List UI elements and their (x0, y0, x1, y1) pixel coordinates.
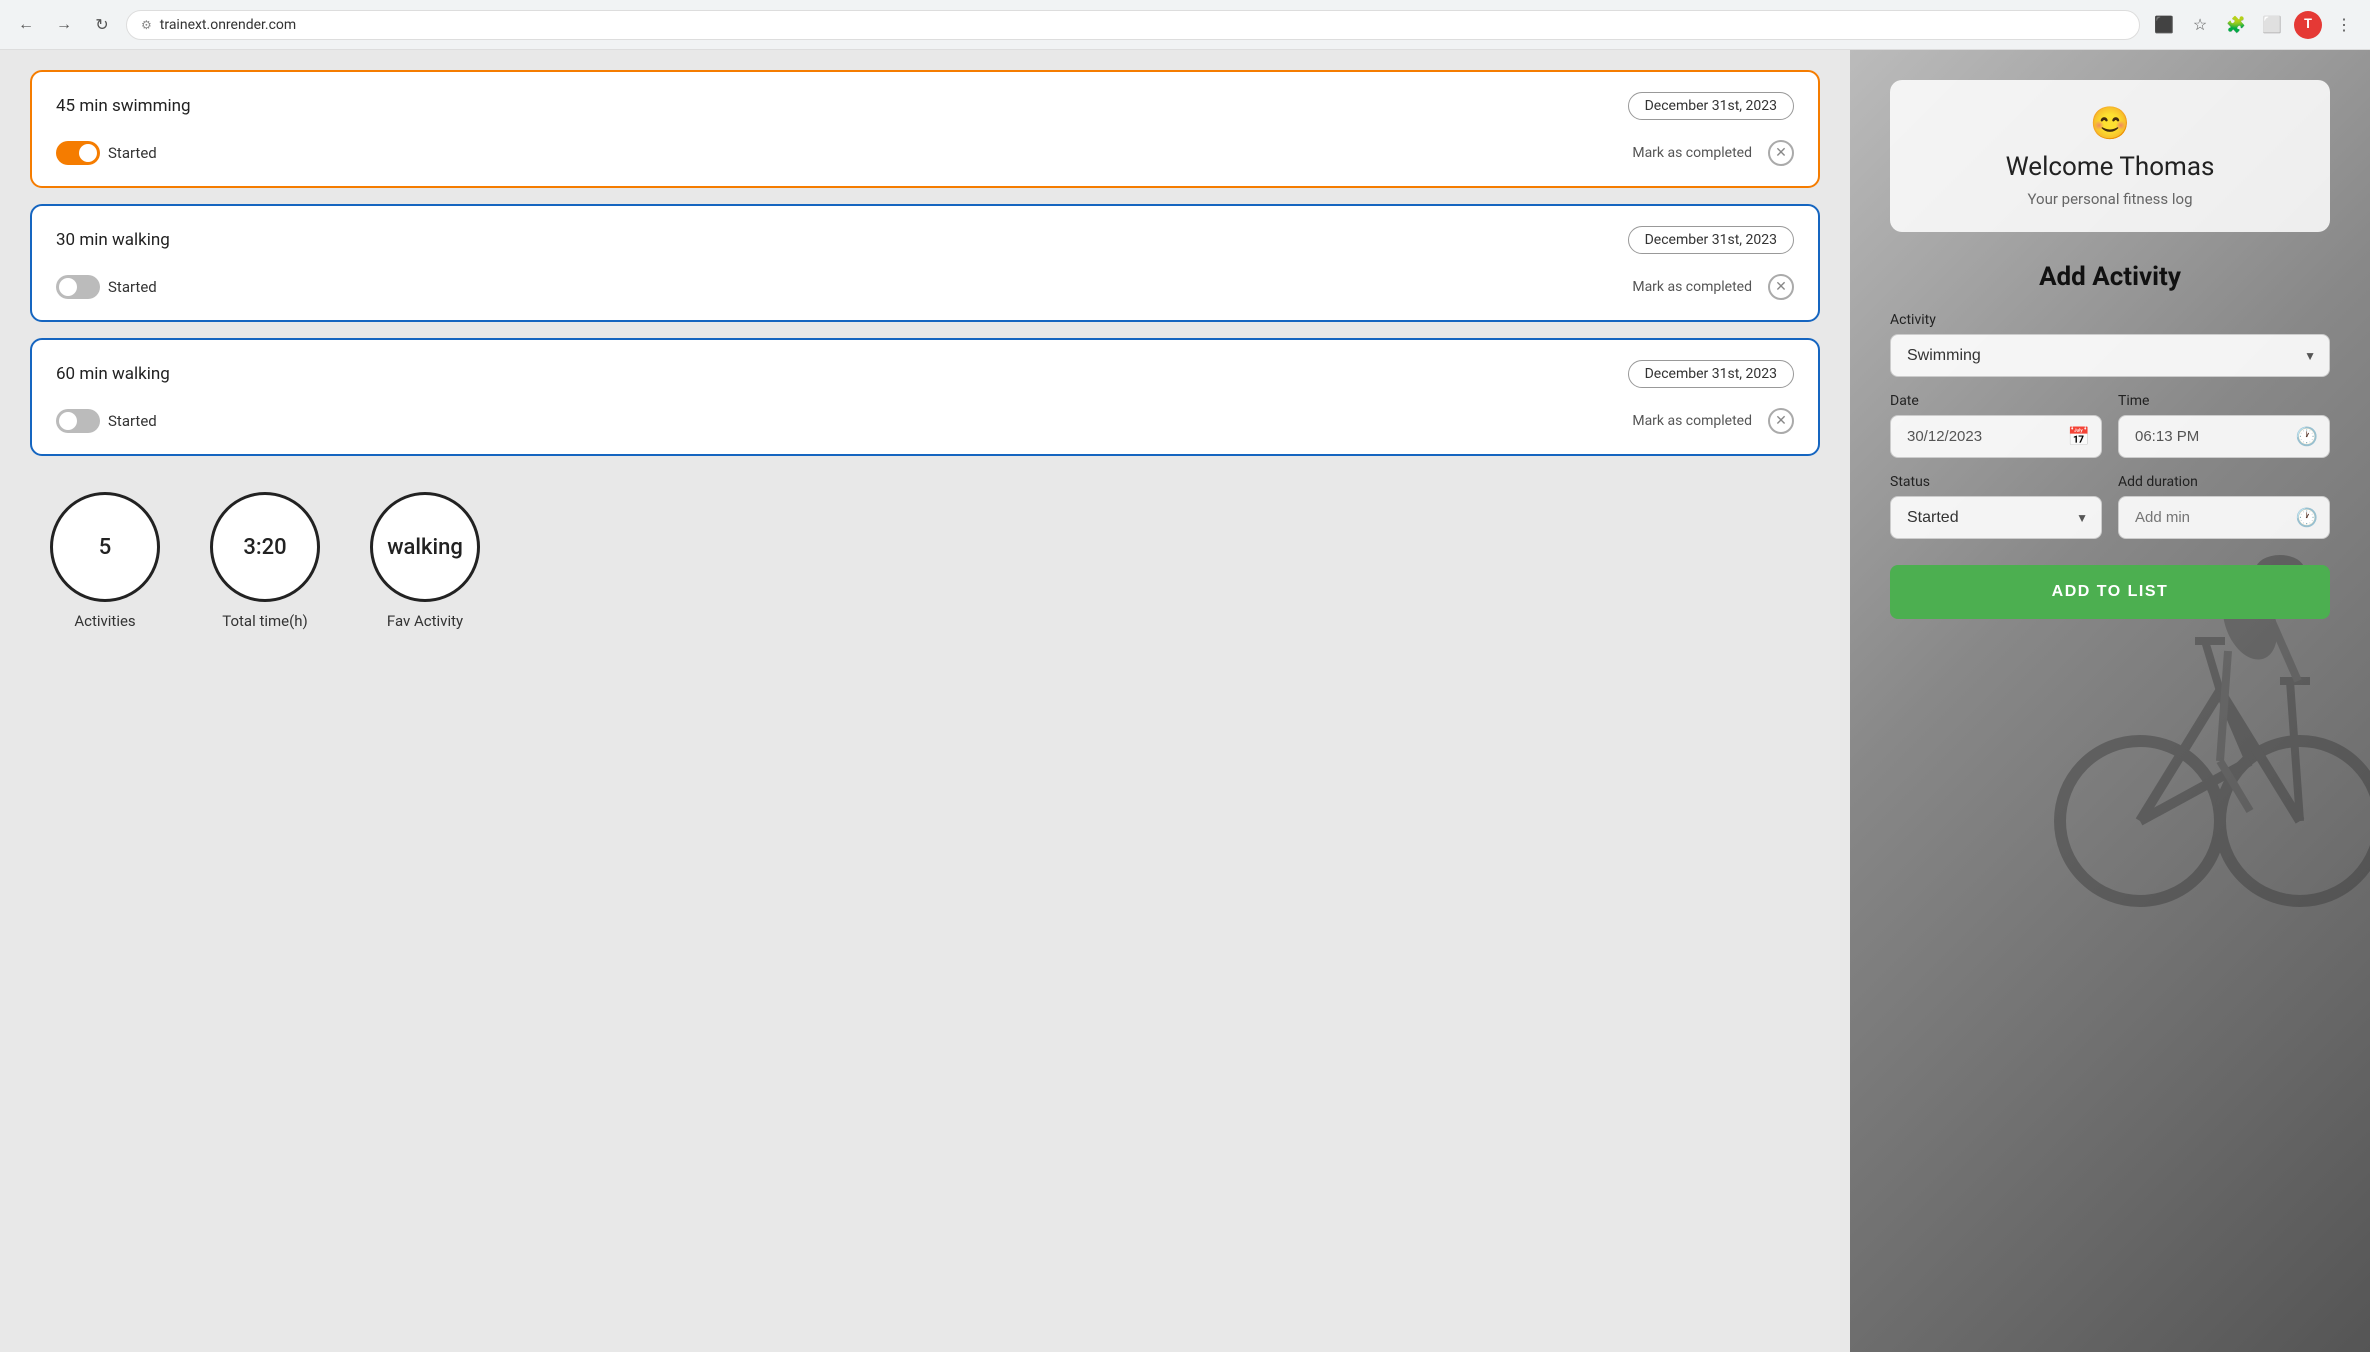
card-2-header: 30 min walking December 31st, 2023 (56, 226, 1794, 254)
welcome-title: Welcome Thomas (1914, 152, 2306, 182)
card-2-date: December 31st, 2023 (1628, 226, 1794, 254)
add-to-list-button[interactable]: ADD TO LIST (1890, 565, 2330, 619)
card-1-toggle[interactable] (56, 141, 100, 165)
card-3-toggle-thumb (59, 412, 77, 430)
card-3-actions: Mark as completed ✕ (1632, 408, 1794, 434)
total-time-circle: 3:20 (210, 492, 320, 602)
calendar-icon: 📅 (2068, 426, 2090, 447)
card-1-started-label: Started (108, 144, 157, 162)
fav-activity-circle: walking (370, 492, 480, 602)
card-1-date: December 31st, 2023 (1628, 92, 1794, 120)
card-2-toggle-thumb (59, 278, 77, 296)
card-3-toggle[interactable] (56, 409, 100, 433)
card-2-toggle[interactable] (56, 275, 100, 299)
date-input-wrapper: 📅 (1890, 415, 2102, 458)
total-time-value: 3:20 (243, 535, 286, 560)
left-panel: 45 min swimming December 31st, 2023 Star… (0, 50, 1850, 1352)
activity-label: Activity (1890, 312, 2330, 328)
status-duration-row: Status Started Completed Paused Add dura… (1890, 474, 2330, 555)
duration-input-wrapper: 🕐 (2118, 496, 2330, 539)
activities-circle: 5 (50, 492, 160, 602)
total-time-label: Total time(h) (222, 612, 308, 630)
status-select[interactable]: Started Completed Paused (1890, 496, 2102, 539)
activities-value: 5 (99, 535, 112, 560)
activity-card-3: 60 min walking December 31st, 2023 Start… (30, 338, 1820, 456)
browser-chrome: ← → ↻ ⚙ trainext.onrender.com ⬛ ☆ 🧩 ⬜ T … (0, 0, 2370, 50)
card-2-actions: Mark as completed ✕ (1632, 274, 1794, 300)
card-2-footer: Started Mark as completed ✕ (56, 274, 1794, 300)
fav-activity-label: Fav Activity (387, 612, 463, 630)
time-label: Time (2118, 393, 2330, 409)
fav-activity-value: walking (387, 535, 463, 560)
status-form-group: Status Started Completed Paused (1890, 474, 2102, 539)
activity-card-2: 30 min walking December 31st, 2023 Start… (30, 204, 1820, 322)
card-3-date: December 31st, 2023 (1628, 360, 1794, 388)
url-security-icon: ⚙ (141, 18, 152, 32)
date-form-group: Date 📅 (1890, 393, 2102, 458)
cast-button[interactable]: ⬛ (2150, 11, 2178, 39)
card-2-started-label: Started (108, 278, 157, 296)
right-panel-content: 😊 Welcome Thomas Your personal fitness l… (1850, 50, 2370, 1352)
activities-label: Activities (74, 612, 135, 630)
duration-label: Add duration (2118, 474, 2330, 490)
extensions-button[interactable]: 🧩 (2222, 11, 2250, 39)
card-1-delete-button[interactable]: ✕ (1768, 140, 1794, 166)
stat-total-time: 3:20 Total time(h) (210, 492, 320, 630)
card-1-actions: Mark as completed ✕ (1632, 140, 1794, 166)
add-activity-form: Add Activity Activity Swimming Walking R… (1890, 262, 2330, 619)
time-input-wrapper: 🕐 (2118, 415, 2330, 458)
right-panel: 😊 Welcome Thomas Your personal fitness l… (1850, 50, 2370, 1352)
date-label: Date (1890, 393, 2102, 409)
url-text: trainext.onrender.com (160, 17, 296, 33)
card-1-mark-completed[interactable]: Mark as completed (1632, 145, 1752, 161)
welcome-subtitle: Your personal fitness log (1914, 190, 2306, 208)
back-button[interactable]: ← (12, 11, 40, 39)
form-title: Add Activity (1890, 262, 2330, 292)
bookmark-button[interactable]: ☆ (2186, 11, 2214, 39)
card-2-toggle-group: Started (56, 275, 157, 299)
url-bar[interactable]: ⚙ trainext.onrender.com (126, 10, 2140, 40)
card-1-toggle-group: Started (56, 141, 157, 165)
card-3-started-label: Started (108, 412, 157, 430)
user-avatar[interactable]: T (2294, 11, 2322, 39)
date-time-row: Date 📅 Time 🕐 (1890, 393, 2330, 474)
activity-select-wrapper: Swimming Walking Running Cycling (1890, 334, 2330, 377)
forward-button[interactable]: → (50, 11, 78, 39)
clock-icon: 🕐 (2296, 426, 2318, 447)
card-2-delete-button[interactable]: ✕ (1768, 274, 1794, 300)
card-3-title: 60 min walking (56, 364, 170, 384)
duration-form-group: Add duration 🕐 (2118, 474, 2330, 539)
activity-card-1: 45 min swimming December 31st, 2023 Star… (30, 70, 1820, 188)
card-2-title: 30 min walking (56, 230, 170, 250)
more-button[interactable]: ⋮ (2330, 11, 2358, 39)
card-3-mark-completed[interactable]: Mark as completed (1632, 413, 1752, 429)
stats-row: 5 Activities 3:20 Total time(h) walking … (30, 472, 1820, 640)
card-1-header: 45 min swimming December 31st, 2023 (56, 92, 1794, 120)
browser-action-buttons: ⬛ ☆ 🧩 ⬜ T ⋮ (2150, 11, 2358, 39)
split-button[interactable]: ⬜ (2258, 11, 2286, 39)
main-container: 45 min swimming December 31st, 2023 Star… (0, 50, 2370, 1352)
refresh-button[interactable]: ↻ (88, 11, 116, 39)
status-select-wrapper: Started Completed Paused (1890, 496, 2102, 539)
welcome-avatar-emoji: 😊 (1914, 104, 2306, 142)
card-2-mark-completed[interactable]: Mark as completed (1632, 279, 1752, 295)
status-label: Status (1890, 474, 2102, 490)
time-form-group: Time 🕐 (2118, 393, 2330, 458)
card-1-title: 45 min swimming (56, 96, 191, 116)
welcome-card: 😊 Welcome Thomas Your personal fitness l… (1890, 80, 2330, 232)
card-1-toggle-thumb (79, 144, 97, 162)
duration-clock-icon: 🕐 (2296, 507, 2318, 528)
card-3-delete-button[interactable]: ✕ (1768, 408, 1794, 434)
stat-fav-activity: walking Fav Activity (370, 492, 480, 630)
activity-form-group: Activity Swimming Walking Running Cyclin… (1890, 312, 2330, 377)
card-3-toggle-group: Started (56, 409, 157, 433)
card-1-footer: Started Mark as completed ✕ (56, 140, 1794, 166)
stat-activities: 5 Activities (50, 492, 160, 630)
card-3-footer: Started Mark as completed ✕ (56, 408, 1794, 434)
card-3-header: 60 min walking December 31st, 2023 (56, 360, 1794, 388)
activity-select[interactable]: Swimming Walking Running Cycling (1890, 334, 2330, 377)
